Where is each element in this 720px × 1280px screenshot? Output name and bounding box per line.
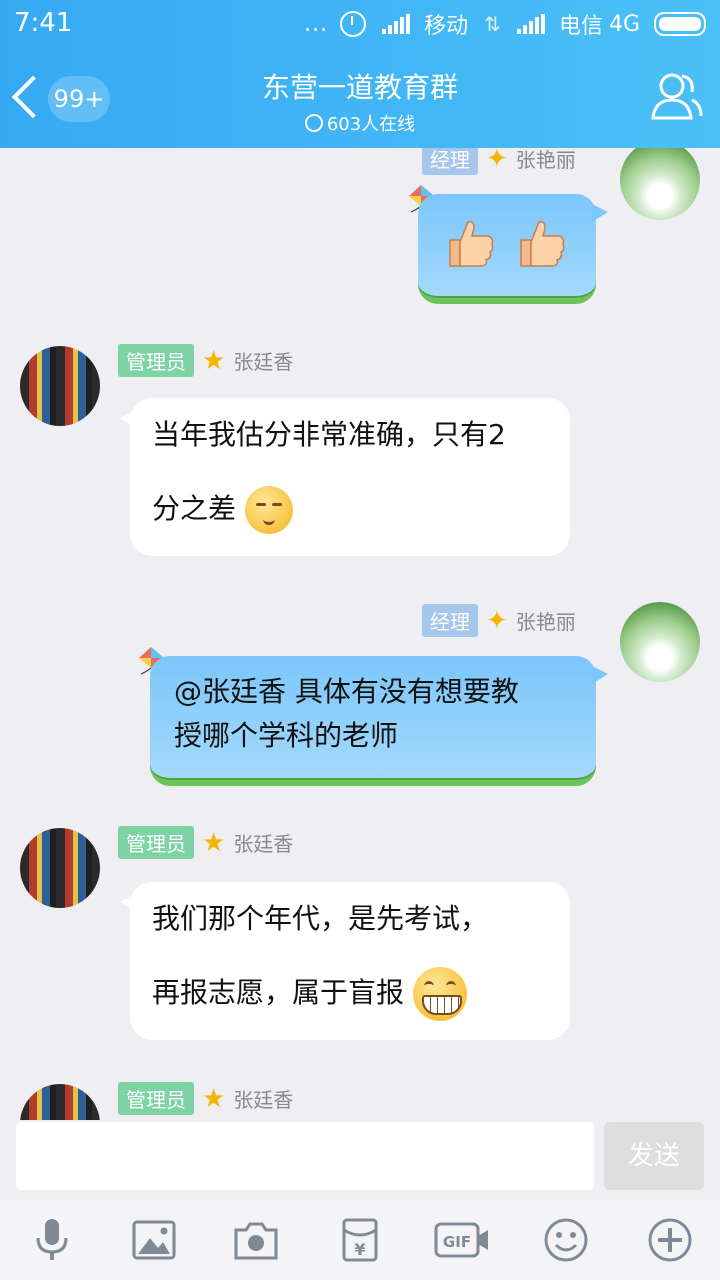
svg-text:GIF: GIF	[443, 1233, 471, 1251]
data-transfer-icon: ⇅	[484, 12, 501, 36]
message-bubble[interactable]: 当年我估分非常准确，只有2 分之差	[120, 398, 570, 556]
message-line: 再报志愿，属于盲报	[152, 956, 548, 1030]
message-header: 管理员 ★ 张廷香	[118, 1082, 293, 1115]
avatar[interactable]	[20, 828, 100, 908]
role-badge: 经理	[422, 148, 478, 175]
avatar[interactable]	[20, 1084, 100, 1120]
message-header: 管理员 ★ 张廷香	[118, 344, 293, 377]
people-icon	[651, 73, 703, 120]
grin-emoji	[412, 967, 467, 1021]
thumbs-up-emoji	[520, 220, 565, 267]
gif-icon[interactable]: GIF	[434, 1216, 490, 1264]
status-time: 7:41	[14, 8, 73, 38]
carrier-2: 电信	[558, 14, 603, 39]
star-icon: ★	[202, 345, 226, 376]
input-toolbar: ¥ GIF	[0, 1200, 720, 1280]
emoji-icon[interactable]	[542, 1216, 590, 1264]
message-header: 经理 ✦ 张艳丽	[422, 148, 576, 175]
message-line: @张廷香 具体有没有想要教	[174, 675, 519, 708]
message-bubble-emoji[interactable]	[418, 194, 608, 304]
signal-icon	[516, 14, 545, 34]
message-line: 分之差	[152, 472, 548, 546]
plus-icon[interactable]	[646, 1216, 694, 1264]
signal-icon	[382, 14, 411, 34]
carrier-1: 移动	[424, 14, 469, 39]
image-icon[interactable]	[130, 1216, 178, 1264]
sender-name: 张艳丽	[515, 148, 576, 172]
role-badge: 管理员	[118, 344, 194, 377]
message-content: @张廷香 具体有没有想要教 授哪个学科的老师	[150, 656, 596, 758]
message-line: 我们那个年代，是先考试，	[152, 902, 489, 935]
sender-name: 张廷香	[233, 1088, 294, 1112]
status-indicators: ... 移动 ⇅ 电信 4G	[304, 8, 706, 40]
online-status-icon	[304, 114, 323, 132]
battery-icon	[654, 12, 706, 36]
star-icon: ✦	[486, 605, 508, 636]
red-packet-icon[interactable]: ¥	[336, 1216, 384, 1264]
message-input[interactable]	[16, 1122, 594, 1190]
group-title: 东营一道教育群	[261, 71, 458, 104]
online-count: 603人在线	[0, 110, 720, 136]
sender-name: 张艳丽	[515, 610, 576, 634]
message-content	[418, 194, 596, 283]
message-bubble[interactable]: @张廷香 具体有没有想要教 授哪个学科的老师	[150, 656, 608, 786]
avatar[interactable]	[620, 602, 700, 682]
network-type: 4G	[608, 11, 640, 37]
online-count-text: 603人在线	[326, 114, 416, 135]
avatar[interactable]	[20, 346, 100, 426]
sender-name: 张廷香	[233, 350, 294, 374]
send-button[interactable]: 发送	[604, 1122, 704, 1190]
role-badge: 管理员	[118, 826, 194, 859]
camera-icon[interactable]	[232, 1216, 280, 1264]
message-text: 分之差	[152, 492, 237, 525]
composer: 发送	[0, 1120, 720, 1210]
message-bubble[interactable]: 我们那个年代，是先考试， 再报志愿，属于盲报	[120, 882, 570, 1040]
star-icon: ★	[202, 1083, 226, 1114]
content-smile-emoji	[244, 486, 293, 534]
avatar[interactable]	[620, 148, 700, 220]
star-icon: ★	[202, 827, 226, 858]
status-bar: 7:41 ... 移动 ⇅ 电信 4G	[0, 0, 720, 50]
role-badge: 经理	[422, 604, 478, 637]
sender-name: 张廷香	[233, 832, 294, 856]
svg-text:¥: ¥	[354, 1240, 365, 1259]
role-badge: 管理员	[118, 1082, 194, 1115]
group-members-button[interactable]	[650, 70, 704, 122]
message-line: 授哪个学科的老师	[174, 719, 399, 752]
star-icon: ✦	[486, 148, 508, 174]
thumbs-up-emoji	[449, 220, 494, 267]
message-text: 再报志愿，属于盲报	[152, 976, 405, 1009]
message-header: 经理 ✦ 张艳丽	[422, 604, 576, 637]
message-line: 当年我估分非常准确，只有2	[152, 418, 506, 451]
chat-area[interactable]: 经理 ✦ 张艳丽 管理员 ★ 张廷香 当年我估分非常准确，只有2 分之差 经理	[0, 148, 720, 1120]
more-notifications-icon: ...	[304, 11, 329, 37]
message-header: 管理员 ★ 张廷香	[118, 826, 293, 859]
alarm-icon	[340, 11, 367, 37]
microphone-icon[interactable]	[28, 1216, 76, 1264]
title-bar: 7:41 ... 移动 ⇅ 电信 4G 99+ 东营一道教育群 603人在线	[0, 0, 720, 148]
